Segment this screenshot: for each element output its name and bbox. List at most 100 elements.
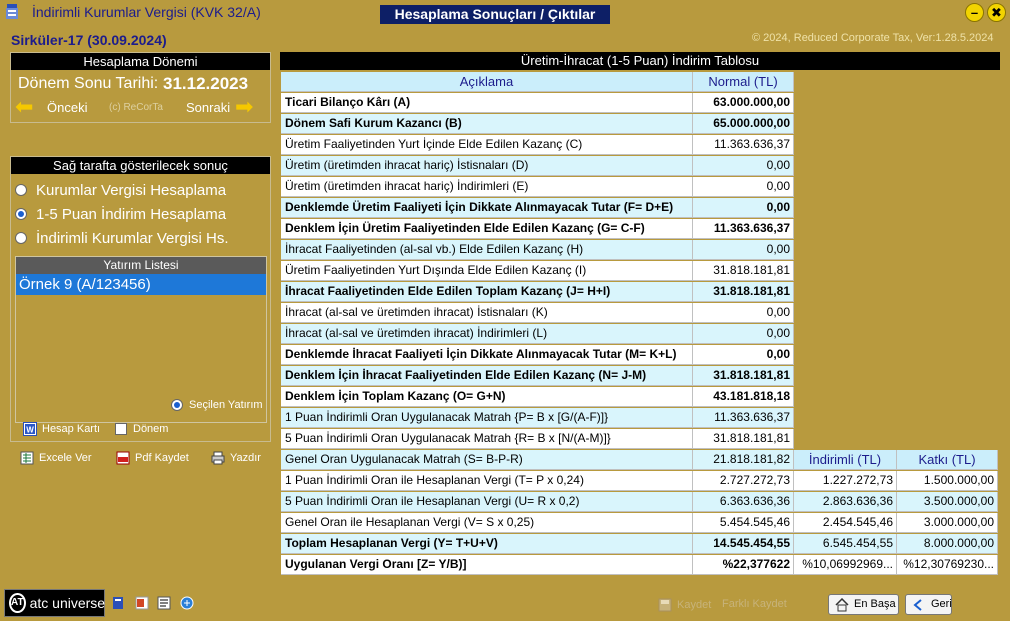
table-row-normal-value: 0,00 xyxy=(693,156,794,176)
table-row-normal-value: 31.818.181,81 xyxy=(693,429,794,449)
export-excel-label: Excele Ver xyxy=(39,452,92,464)
radio-label: Kurumlar Vergisi Hesaplama xyxy=(36,181,227,199)
table-row-label: Uygulanan Vergi Oranı [Z= Y/B)] xyxy=(281,555,693,575)
radio-circle-selected[interactable] xyxy=(171,399,183,411)
close-button[interactable]: ✖ xyxy=(987,3,1006,22)
table-row-contribution-value: 1.500.000,00 xyxy=(897,471,998,491)
app-icon xyxy=(6,4,18,19)
table-row-label: Toplam Hesaplanan Vergi (Y= T+U+V) xyxy=(281,534,693,554)
table-row-contribution-value: 3.500.000,00 xyxy=(897,492,998,512)
period-panel-header: Hesaplama Dönemi xyxy=(11,53,270,70)
table-row-label: Denklem İçin Üretim Faaliyetinden Elde E… xyxy=(281,219,693,239)
radio-label: 1-5 Puan İndirim Hesaplama xyxy=(36,205,227,223)
table-row-label: Denklem İçin Toplam Kazanç (O= G+N) xyxy=(281,387,693,407)
radio-circle[interactable] xyxy=(15,184,27,196)
table-row-contribution-value: %12,30769230... xyxy=(897,555,998,575)
text-document-icon[interactable] xyxy=(157,596,171,610)
table-title: Üretim-İhracat (1-5 Puan) İndirim Tablos… xyxy=(280,52,1000,70)
radio-reduced-tax[interactable]: İndirimli Kurumlar Vergisi Hs. xyxy=(15,227,229,249)
radio-discount-calc[interactable]: 1-5 Puan İndirim Hesaplama xyxy=(15,203,226,225)
selected-investment-radio[interactable]: Seçilen Yatırım xyxy=(171,399,263,411)
back-button[interactable]: Geri xyxy=(905,594,952,615)
table-row-normal-value: 0,00 xyxy=(693,177,794,197)
table-row-label: Üretim (üretimden ihracat hariç) İndirim… xyxy=(281,177,693,197)
table-row-normal-value: 31.818.181,81 xyxy=(693,261,794,281)
app-title: İndirimli Kurumlar Vergisi (KVK 32/A) xyxy=(32,4,261,20)
table-row-label: Denklemde Üretim Faaliyeti İçin Dikkate … xyxy=(281,198,693,218)
discount-table-panel: Üretim-İhracat (1-5 Puan) İndirim Tablos… xyxy=(280,52,1000,579)
save-label: Kaydet xyxy=(677,599,712,611)
save-pdf-button[interactable]: Pdf Kaydet xyxy=(116,451,189,465)
period-checkbox-label: Dönem xyxy=(133,423,169,435)
word-doc-icon: W xyxy=(23,422,37,436)
checkbox-box[interactable] xyxy=(115,423,127,435)
result-selection-panel: Sağ tarafta gösterilecek sonuç Kurumlar … xyxy=(10,156,271,442)
table-row-label: Denklemde İhracat Faaliyeti İçin Dikkate… xyxy=(281,345,693,365)
minimize-button[interactable]: – xyxy=(965,3,984,22)
radio-circle[interactable] xyxy=(15,232,27,244)
table-row-label: 1 Puan İndirimli Oran Uygulanacak Matrah… xyxy=(281,408,693,428)
table-row-normal-value: 6.363.636,36 xyxy=(693,492,794,512)
table-row-normal-value: 0,00 xyxy=(693,198,794,218)
pdf-icon xyxy=(116,451,130,465)
print-button[interactable]: Yazdır xyxy=(211,451,261,465)
table-row-normal-value: 5.454.545,46 xyxy=(693,513,794,533)
table-row-reduced-value: 2.454.545,46 xyxy=(794,513,897,533)
radio-corporate-tax[interactable]: Kurumlar Vergisi Hesaplama xyxy=(15,179,226,201)
period-end-date: 31.12.2023 xyxy=(163,74,249,93)
table-row-normal-value: 43.181.818,18 xyxy=(693,387,794,407)
printer-icon xyxy=(211,451,225,465)
table-row-contribution-value: 8.000.000,00 xyxy=(897,534,998,554)
table-row-label: İhracat Faaliyetinden (al-sal vb.) Elde … xyxy=(281,240,693,260)
table-row-normal-value: 11.363.636,37 xyxy=(693,135,794,155)
column-header-description: Açıklama xyxy=(281,72,693,92)
table-row-normal-value: 0,00 xyxy=(693,324,794,344)
save-as-label: Farklı Kaydet xyxy=(722,598,787,610)
table-row-reduced-value: 6.545.454,55 xyxy=(794,534,897,554)
arrow-left-icon[interactable]: ⬅ xyxy=(15,96,33,118)
arrow-right-icon[interactable]: ➡ xyxy=(235,96,253,118)
table-row-label: 1 Puan İndirimli Oran ile Hesaplanan Ver… xyxy=(281,471,693,491)
back-label: Geri xyxy=(931,598,952,610)
info-globe-icon[interactable] xyxy=(180,596,194,610)
powerpoint-icon[interactable] xyxy=(135,596,149,610)
table-row-normal-value: 21.818.181,82 xyxy=(693,450,794,470)
radio-label: Seçilen Yatırım xyxy=(189,399,263,411)
radio-label: İndirimli Kurumlar Vergisi Hs. xyxy=(36,229,229,247)
book-icon[interactable] xyxy=(111,596,125,610)
table-row-normal-value: 0,00 xyxy=(693,303,794,323)
account-card-button[interactable]: W Hesap Kartı xyxy=(23,422,100,436)
save-as-button[interactable]: Farklı Kaydet xyxy=(722,598,787,610)
column-header-reduced: İndirimli (TL) xyxy=(794,450,897,470)
atc-logo-mark: AT xyxy=(9,593,26,613)
column-header-normal: Normal (TL) xyxy=(693,72,794,92)
export-excel-button[interactable]: Excele Ver xyxy=(20,451,92,465)
table-row-normal-value: 0,00 xyxy=(693,240,794,260)
floppy-disk-icon xyxy=(658,598,672,612)
save-button[interactable]: Kaydet xyxy=(658,598,711,612)
investment-list[interactable]: Yatırım Listesi Örnek 9 (A/123456) xyxy=(15,256,267,423)
account-card-label: Hesap Kartı xyxy=(42,423,101,435)
svg-text:W: W xyxy=(26,426,34,435)
atc-logo-text: atc universe xyxy=(29,595,106,611)
go-home-button[interactable]: En Başa xyxy=(828,594,899,615)
period-end-label: Dönem Sonu Tarihi: xyxy=(18,75,159,92)
table-row-label: Üretim Faaliyetinden Yurt Dışında Elde E… xyxy=(281,261,693,281)
table-row-normal-value: 11.363.636,37 xyxy=(693,408,794,428)
next-period-button[interactable]: Sonraki xyxy=(186,100,230,115)
atc-universe-logo[interactable]: AT atc universe xyxy=(4,589,105,617)
list-item[interactable]: Örnek 9 (A/123456) xyxy=(16,274,266,295)
period-checkbox[interactable]: Dönem xyxy=(115,423,168,435)
table-row-reduced-value: %10,06992969... xyxy=(794,555,897,575)
circular-label: Sirküler-17 (30.09.2024) xyxy=(11,32,167,48)
radio-circle-selected[interactable] xyxy=(15,208,27,220)
table-row-label: Genel Oran Uygulanacak Matrah (S= B-P-R) xyxy=(281,450,693,470)
previous-period-button[interactable]: Önceki xyxy=(47,100,87,115)
table-row-normal-value: 31.818.181,81 xyxy=(693,282,794,302)
table-row-contribution-value: 3.000.000,00 xyxy=(897,513,998,533)
result-panel-header: Sağ tarafta gösterilecek sonuç xyxy=(11,157,270,174)
print-label: Yazdır xyxy=(230,452,261,464)
table-row-label: Üretim (üretimden ihracat hariç) İstisna… xyxy=(281,156,693,176)
table-row-label: Dönem Safi Kurum Kazancı (B) xyxy=(281,114,693,134)
calculation-period-panel: Hesaplama Dönemi Dönem Sonu Tarihi: 31.1… xyxy=(10,52,271,123)
